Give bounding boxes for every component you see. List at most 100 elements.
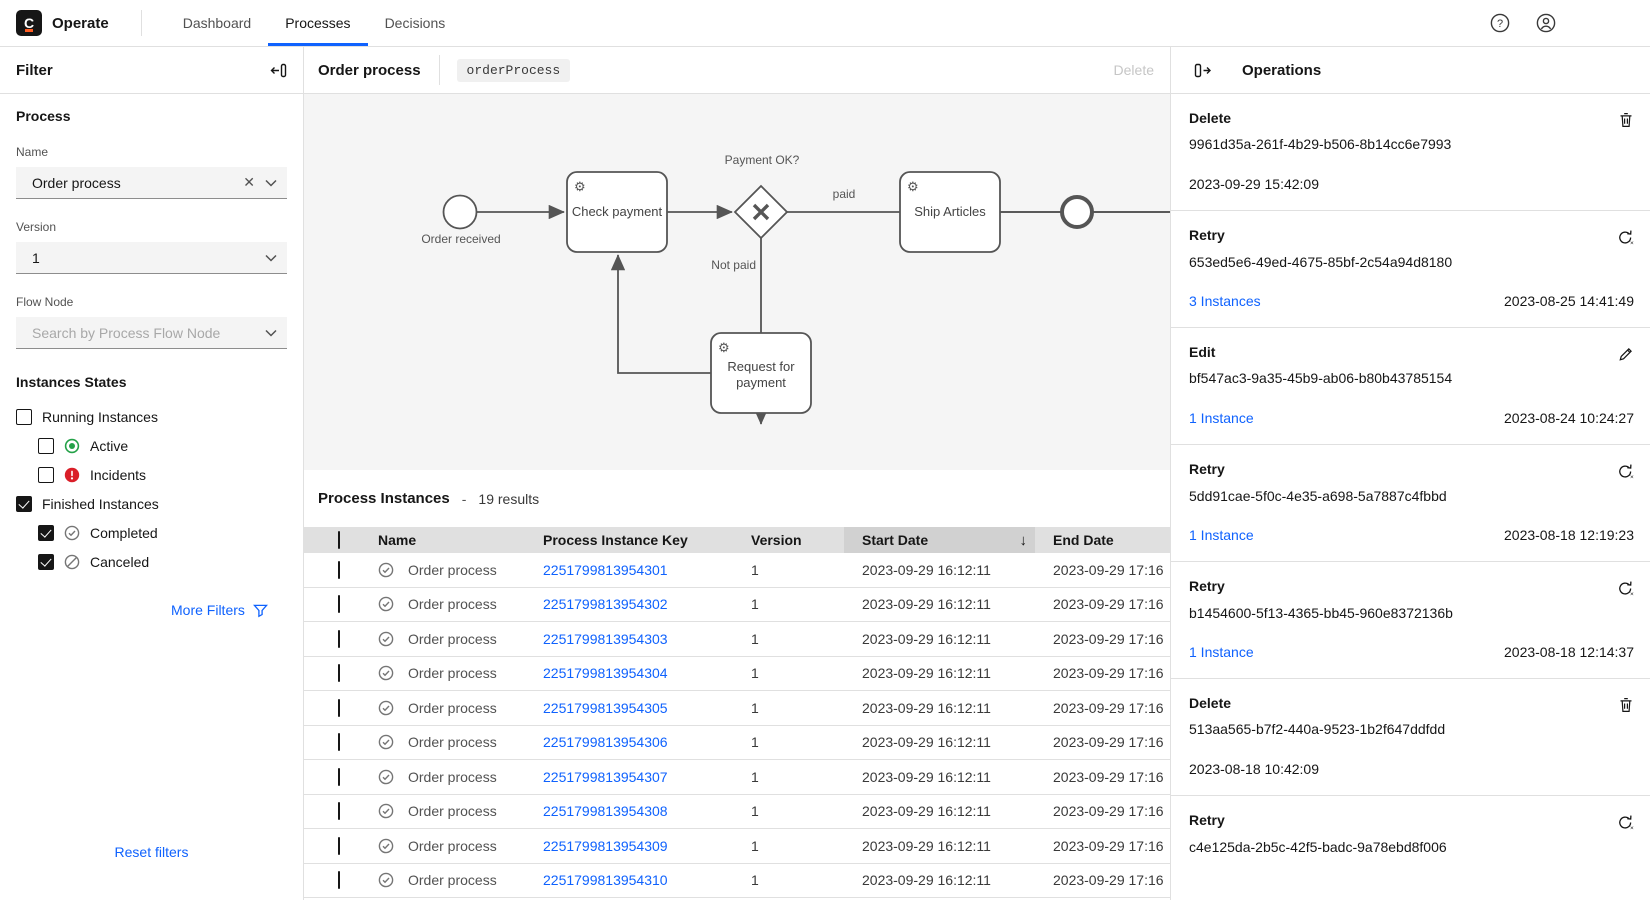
state-checkbox[interactable] bbox=[16, 496, 32, 512]
state-checkbox[interactable] bbox=[38, 467, 54, 483]
row-checkbox[interactable] bbox=[338, 802, 340, 820]
instance-key-link[interactable]: 2251799813954302 bbox=[543, 596, 668, 612]
table-row: Order process 2251799813954310 1 2023-09… bbox=[304, 864, 1170, 899]
more-filters-button[interactable]: More Filters bbox=[171, 602, 287, 618]
row-version: 1 bbox=[751, 631, 844, 647]
operation-instances-link[interactable]: 1 Instance bbox=[1189, 644, 1254, 660]
row-checkbox[interactable] bbox=[338, 664, 340, 682]
row-checkbox[interactable] bbox=[338, 561, 340, 579]
completed-state-icon bbox=[378, 769, 394, 785]
version-dropdown[interactable]: 1 bbox=[16, 242, 287, 274]
collapse-operations-icon[interactable] bbox=[1194, 62, 1212, 79]
process-panel: Order process orderProcess Delete bbox=[304, 47, 1171, 900]
instance-key-link[interactable]: 2251799813954301 bbox=[543, 562, 668, 578]
operation-instances-link[interactable]: 1 Instance bbox=[1189, 527, 1254, 543]
completed-state-icon bbox=[378, 838, 394, 854]
reset-filters-button[interactable]: Reset filters bbox=[0, 844, 303, 860]
start-event[interactable] bbox=[444, 196, 477, 229]
operation-instances-link[interactable]: 1 Instance bbox=[1189, 410, 1254, 426]
table-row: Order process 2251799813954301 1 2023-09… bbox=[304, 553, 1170, 588]
user-icon[interactable] bbox=[1536, 13, 1556, 33]
canceled-state-icon bbox=[64, 554, 80, 570]
operation-type: Delete bbox=[1189, 695, 1231, 711]
service-task-icon: ⚙ bbox=[907, 179, 919, 194]
instances-table: Name Process Instance Key Version Start … bbox=[304, 527, 1170, 900]
select-all-checkbox[interactable] bbox=[338, 531, 340, 549]
row-start-date: 2023-09-29 16:12:11 bbox=[844, 734, 1035, 750]
process-name-combobox[interactable]: Order process ✕ bbox=[16, 167, 287, 199]
delete-process-button[interactable]: Delete bbox=[1114, 62, 1154, 78]
flow-node-label: Flow Node bbox=[16, 295, 287, 309]
operation-timestamp: 2023-08-25 14:41:49 bbox=[1504, 293, 1634, 309]
clear-selection-icon[interactable]: ✕ bbox=[233, 174, 265, 191]
operation-type: Retry bbox=[1189, 227, 1225, 243]
state-label: Completed bbox=[90, 525, 158, 541]
row-checkbox[interactable] bbox=[338, 837, 340, 855]
state-checkbox[interactable] bbox=[16, 409, 32, 425]
instance-key-link[interactable]: 2251799813954305 bbox=[543, 700, 668, 716]
instance-key-link[interactable]: 2251799813954309 bbox=[543, 838, 668, 854]
row-end-date: 2023-09-29 17:16 bbox=[1035, 700, 1170, 716]
state-filter-row: Canceled bbox=[16, 547, 287, 576]
row-end-date: 2023-09-29 17:16 bbox=[1035, 734, 1170, 750]
state-filter-row: Finished Instances bbox=[16, 489, 287, 518]
not-paid-flow-label: Not paid bbox=[711, 258, 756, 272]
col-name[interactable]: Name bbox=[364, 532, 539, 548]
top-navbar: C Operate Dashboard Processes Decisions … bbox=[0, 0, 1650, 47]
tab-processes[interactable]: Processes bbox=[268, 0, 367, 46]
operation-entry: Retry × c4e125da-2b5c-42f5-badc-9a78ebd8… bbox=[1171, 796, 1650, 900]
completed-state-icon bbox=[378, 700, 394, 716]
flow-node-combobox[interactable]: Search by Process Flow Node bbox=[16, 317, 287, 349]
row-checkbox[interactable] bbox=[338, 630, 340, 648]
instance-key-link[interactable]: 2251799813954306 bbox=[543, 734, 668, 750]
state-checkbox[interactable] bbox=[38, 554, 54, 570]
row-version: 1 bbox=[751, 596, 844, 612]
instance-key-link[interactable]: 2251799813954308 bbox=[543, 803, 668, 819]
row-end-date: 2023-09-29 17:16 bbox=[1035, 665, 1170, 681]
completed-state-icon bbox=[378, 838, 394, 854]
paid-flow-label: paid bbox=[833, 187, 856, 201]
row-checkbox[interactable] bbox=[338, 595, 340, 613]
instance-key-link[interactable]: 2251799813954303 bbox=[543, 631, 668, 647]
row-checkbox[interactable] bbox=[338, 871, 340, 889]
operation-type: Edit bbox=[1189, 344, 1215, 360]
tab-dashboard[interactable]: Dashboard bbox=[166, 0, 269, 46]
bpmn-diagram[interactable]: Order received ⚙ Check payment Payment O… bbox=[304, 94, 1170, 470]
row-end-date: 2023-09-29 17:16 bbox=[1035, 631, 1170, 647]
tab-decisions[interactable]: Decisions bbox=[368, 0, 463, 46]
completed-state-icon bbox=[378, 562, 394, 578]
operation-entry: Delete 513aa565-b7f2-440a-9523-1b2f647dd… bbox=[1171, 679, 1650, 796]
row-checkbox[interactable] bbox=[338, 733, 340, 751]
operation-type: Retry bbox=[1189, 578, 1225, 594]
table-row: Order process 2251799813954304 1 2023-09… bbox=[304, 657, 1170, 692]
instance-key-link[interactable]: 2251799813954310 bbox=[543, 872, 668, 888]
col-key[interactable]: Process Instance Key bbox=[539, 532, 751, 548]
app-title: Operate bbox=[52, 15, 109, 32]
row-process-name: Order process bbox=[408, 769, 497, 785]
end-event[interactable] bbox=[1062, 197, 1092, 227]
instance-states-list: Running Instances Active Incidents Finis… bbox=[16, 402, 287, 576]
row-start-date: 2023-09-29 16:12:11 bbox=[844, 596, 1035, 612]
completed-state-icon bbox=[378, 562, 394, 578]
col-version[interactable]: Version bbox=[751, 532, 844, 548]
row-checkbox[interactable] bbox=[338, 699, 340, 717]
completed-state-icon bbox=[378, 803, 394, 819]
collapse-filters-icon[interactable] bbox=[270, 62, 287, 79]
instance-key-link[interactable]: 2251799813954307 bbox=[543, 769, 668, 785]
state-label: Running Instances bbox=[42, 409, 158, 425]
row-end-date: 2023-09-29 17:16 bbox=[1035, 803, 1170, 819]
row-checkbox[interactable] bbox=[338, 768, 340, 786]
row-start-date: 2023-09-29 16:12:11 bbox=[844, 631, 1035, 647]
operation-type: Retry bbox=[1189, 812, 1225, 828]
col-start-date[interactable]: Start Date ↓ bbox=[844, 527, 1035, 553]
operation-instances-link[interactable]: 3 Instances bbox=[1189, 293, 1261, 309]
instances-heading: Process Instances bbox=[318, 490, 450, 507]
row-end-date: 2023-09-29 17:16 bbox=[1035, 872, 1170, 888]
instance-key-link[interactable]: 2251799813954304 bbox=[543, 665, 668, 681]
service-task-icon: ⚙ bbox=[574, 179, 586, 194]
state-checkbox[interactable] bbox=[38, 438, 54, 454]
help-icon[interactable]: ? bbox=[1490, 13, 1510, 33]
operation-timestamp: 2023-08-18 12:19:23 bbox=[1504, 527, 1634, 543]
col-end-date[interactable]: End Date bbox=[1035, 532, 1170, 548]
state-checkbox[interactable] bbox=[38, 525, 54, 541]
